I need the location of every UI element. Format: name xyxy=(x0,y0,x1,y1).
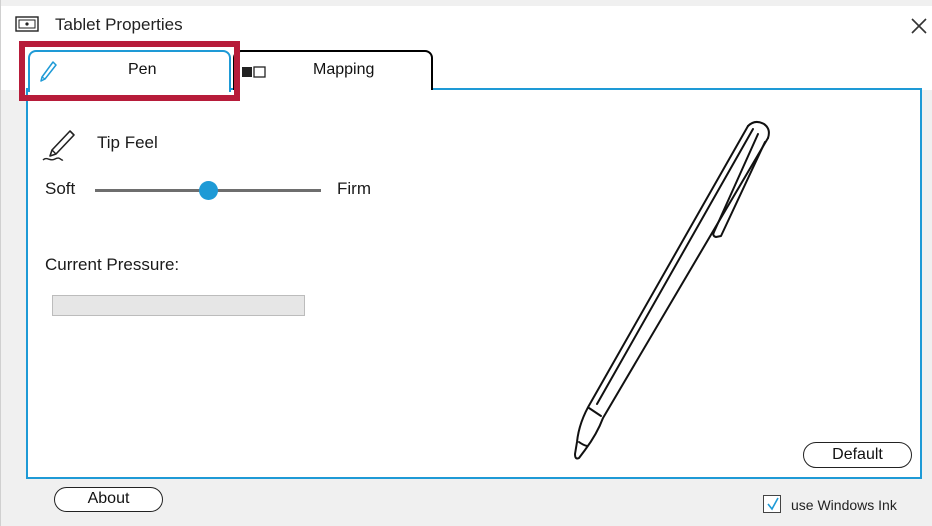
pen-icon xyxy=(38,60,58,89)
tab-pen[interactable]: Pen xyxy=(28,50,231,92)
tab-mapping[interactable]: Mapping xyxy=(233,50,433,90)
close-button[interactable] xyxy=(907,14,931,38)
tab-pen-label: Pen xyxy=(128,61,157,78)
screen-mapping-icon xyxy=(241,65,267,84)
tip-feel-slider-thumb[interactable] xyxy=(199,181,218,200)
tab-mapping-label: Mapping xyxy=(313,61,375,78)
title-bar: Tablet Properties xyxy=(1,6,932,40)
tablet-icon xyxy=(15,16,39,37)
close-icon xyxy=(911,18,927,34)
pen-nib-icon xyxy=(41,128,77,169)
pen-illustration xyxy=(561,112,781,473)
current-pressure-label: Current Pressure: xyxy=(45,255,180,274)
soft-label: Soft xyxy=(45,179,76,198)
tablet-properties-window: Tablet Properties Pen Mapping Tip Feel S… xyxy=(0,0,932,526)
about-button[interactable]: About xyxy=(54,487,163,512)
tip-feel-label: Tip Feel xyxy=(97,133,158,152)
window-title: Tablet Properties xyxy=(55,15,183,34)
checkmark-icon xyxy=(766,496,780,517)
default-button[interactable]: Default xyxy=(803,442,912,468)
current-pressure-bar xyxy=(52,295,305,316)
use-windows-ink-label: use Windows Ink xyxy=(791,497,897,513)
firm-label: Firm xyxy=(337,179,371,198)
use-windows-ink-checkbox[interactable] xyxy=(763,495,781,513)
pen-settings-panel xyxy=(26,88,922,479)
